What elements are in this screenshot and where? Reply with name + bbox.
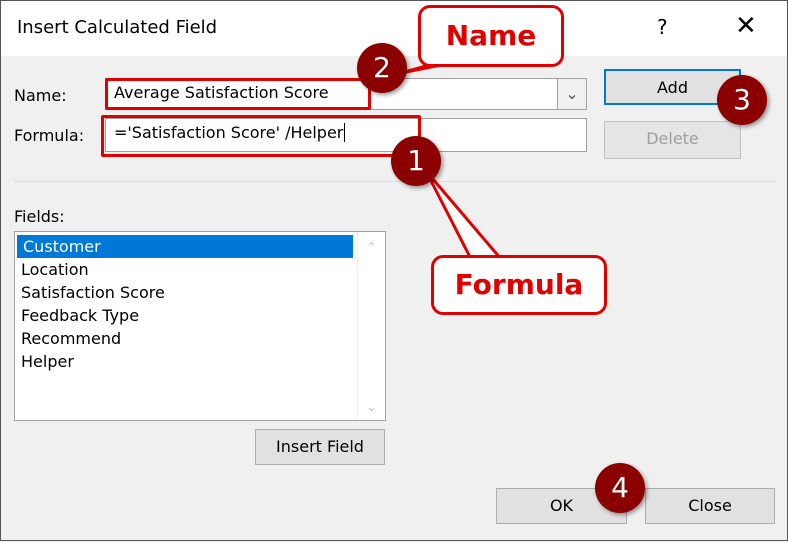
step-badge-1: 1 (391, 136, 441, 186)
step-badge-4: 4 (595, 463, 645, 513)
formula-callout: Formula (431, 255, 607, 315)
step-badge-3: 3 (717, 75, 767, 125)
name-callout: Name (418, 5, 564, 67)
step-badge-2: 2 (357, 43, 407, 93)
